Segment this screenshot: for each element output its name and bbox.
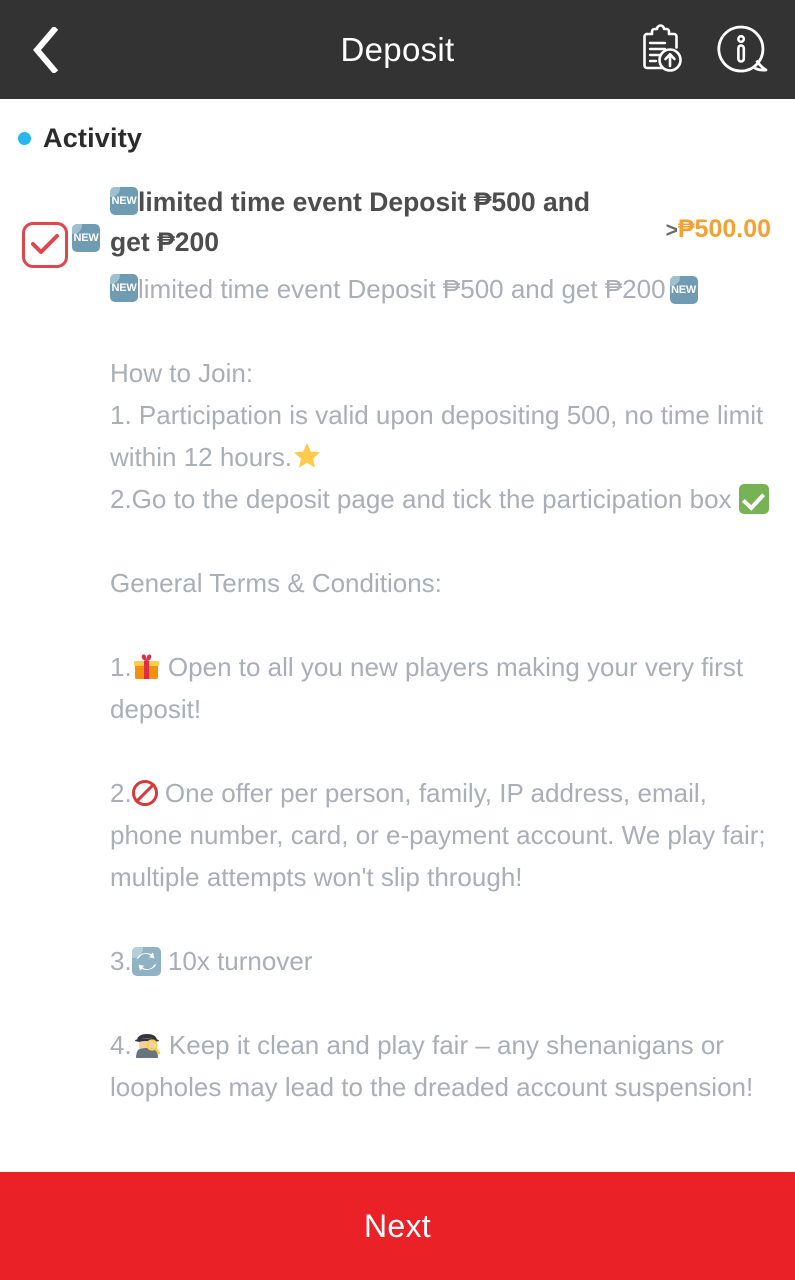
terms-heading: General Terms & Conditions: bbox=[110, 568, 442, 598]
back-button[interactable] bbox=[0, 0, 90, 99]
term-item-2: 2. One offer per person, family, IP addr… bbox=[110, 772, 773, 898]
info-bubble-icon bbox=[717, 25, 768, 72]
term-item-3-number: 3. bbox=[110, 946, 132, 976]
term-item-4-text: Keep it clean and play fair – any shenan… bbox=[110, 1030, 754, 1102]
promo-content-scroll[interactable]: NEWlimited time event Deposit ₱500 and g… bbox=[0, 160, 795, 1172]
chevron-left-icon bbox=[33, 26, 58, 73]
promo-summary-row[interactable]: NEWlimited time event Deposit ₱500 and g… bbox=[0, 160, 795, 268]
next-button[interactable]: Next bbox=[0, 1172, 795, 1280]
deposit-records-button[interactable] bbox=[633, 23, 687, 77]
bullet-dot-icon bbox=[18, 131, 31, 145]
detective-emoji-icon bbox=[132, 1030, 162, 1060]
header-actions bbox=[633, 23, 769, 77]
new-badge-icon: NEW bbox=[669, 276, 698, 304]
how-to-join-item-1-text: 1. Participation is valid upon depositin… bbox=[110, 400, 764, 472]
how-to-join-item-1: 1. Participation is valid upon depositin… bbox=[110, 394, 773, 478]
prohibited-emoji-icon bbox=[131, 780, 158, 806]
promo-title-text: limited time event Deposit ₱500 and get … bbox=[110, 187, 591, 257]
term-item-3: 3. 10x turnover bbox=[110, 940, 773, 982]
new-badge-icon: NEW bbox=[110, 274, 138, 302]
promo-summary-main: NEWlimited time event Deposit ₱500 and g… bbox=[68, 182, 779, 262]
promo-headline: NEWlimited time event Deposit ₱500 and g… bbox=[110, 268, 773, 310]
next-button-label: Next bbox=[364, 1207, 431, 1244]
new-badge-icon: NEW bbox=[110, 187, 138, 215]
activity-section-header: Activity bbox=[0, 99, 795, 161]
activity-label: Activity bbox=[43, 122, 143, 153]
white-check-mark-emoji-icon bbox=[738, 484, 769, 514]
chevron-right-icon: > bbox=[665, 219, 678, 242]
term-item-4: 4. Keep it clean and play fair – any she… bbox=[110, 1024, 773, 1108]
term-item-2-number: 2. bbox=[110, 778, 132, 808]
term-item-1-number: 1. bbox=[110, 652, 132, 682]
term-item-3-text: 10x turnover bbox=[167, 946, 313, 976]
term-item-2-text: One offer per person, family, IP address… bbox=[110, 778, 766, 892]
term-item-1-text: Open to all you new players making your … bbox=[110, 652, 744, 724]
promo-amount-value: ₱500.00 bbox=[677, 215, 771, 243]
how-to-join-item-2: 2.Go to the deposit page and tick the pa… bbox=[110, 478, 773, 520]
promo-headline-text: limited time event Deposit ₱500 and get … bbox=[138, 274, 666, 304]
promo-amount[interactable]: >₱500.00 bbox=[666, 215, 771, 244]
clipboard-upload-icon bbox=[643, 23, 682, 72]
info-button[interactable] bbox=[715, 23, 769, 77]
app-header: Deposit bbox=[0, 0, 795, 99]
how-to-join-item-2-text: 2.Go to the deposit page and tick the pa… bbox=[110, 484, 732, 514]
term-item-1: 1. Open to all you new players making yo… bbox=[110, 646, 773, 730]
promo-details-body: NEWlimited time event Deposit ₱500 and g… bbox=[0, 268, 795, 1108]
star-emoji-icon bbox=[292, 441, 322, 471]
how-to-join-heading: How to Join: bbox=[110, 358, 254, 388]
check-icon bbox=[31, 234, 59, 254]
gift-emoji-icon bbox=[132, 651, 161, 680]
participation-checkbox[interactable] bbox=[22, 222, 68, 268]
term-item-4-number: 4. bbox=[110, 1030, 132, 1060]
new-badge-icon: NEW bbox=[72, 224, 100, 252]
repeat-arrows-emoji-icon bbox=[131, 947, 161, 976]
